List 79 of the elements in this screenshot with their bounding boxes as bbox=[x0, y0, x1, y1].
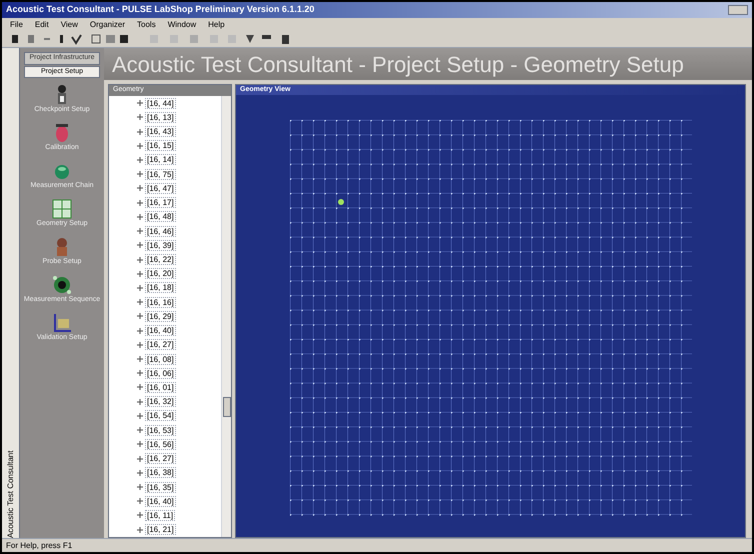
node-icon bbox=[137, 114, 143, 120]
menu-item[interactable]: View bbox=[60, 18, 78, 30]
status-text: For Help, press F1 bbox=[6, 540, 72, 552]
node-icon bbox=[137, 171, 143, 178]
tree-node[interactable]: [16, 53] bbox=[145, 424, 176, 436]
window-title: Acoustic Test Consultant - PULSE LabShop Preliminary Version 6.1.1.20 bbox=[6, 3, 314, 16]
tree-node[interactable]: [16, 20] bbox=[145, 268, 176, 280]
grid-icon[interactable] bbox=[51, 198, 73, 220]
axes-icon[interactable] bbox=[51, 312, 73, 334]
node-icon bbox=[137, 498, 143, 504]
node-icon bbox=[137, 328, 143, 334]
node-icon bbox=[137, 456, 143, 462]
menu-item[interactable]: Tools bbox=[137, 18, 156, 30]
node-icon bbox=[137, 256, 143, 263]
tree-node[interactable]: [16, 15] bbox=[145, 140, 176, 152]
node-icon bbox=[137, 412, 143, 419]
tree-node[interactable]: [16, 39] bbox=[145, 240, 176, 251]
node-icon bbox=[137, 299, 143, 306]
window-controls-icon[interactable] bbox=[728, 5, 748, 15]
node-icon bbox=[137, 342, 143, 348]
side-tab[interactable]: Acoustic Test Consultant bbox=[2, 48, 20, 538]
tree-node[interactable]: [16, 18] bbox=[145, 282, 176, 294]
tree-node[interactable]: [16, 38] bbox=[145, 467, 176, 478]
node-icon bbox=[137, 142, 143, 149]
node-icon bbox=[137, 512, 143, 518]
tree-node[interactable]: [16, 08] bbox=[145, 354, 176, 365]
tree-node[interactable]: [16, 14] bbox=[145, 154, 176, 166]
node-icon bbox=[137, 370, 143, 376]
tree-node[interactable]: [16, 54] bbox=[145, 410, 176, 422]
menu-item[interactable]: Organizer bbox=[90, 18, 126, 30]
menu-item[interactable]: File bbox=[10, 18, 23, 30]
tree-node[interactable]: [16, 21] bbox=[145, 524, 176, 536]
node-icon bbox=[137, 200, 143, 206]
node-icon bbox=[137, 356, 143, 362]
node-icon bbox=[137, 228, 143, 234]
node-icon bbox=[137, 484, 143, 490]
menu-item[interactable]: Help bbox=[208, 18, 225, 30]
node-icon bbox=[137, 270, 143, 277]
tree-node[interactable]: [16, 44] bbox=[145, 98, 176, 109]
node-icon bbox=[137, 470, 143, 476]
node-icon bbox=[137, 214, 143, 220]
tree-node[interactable]: [16, 16] bbox=[145, 296, 176, 308]
menu-item[interactable]: Edit bbox=[34, 18, 49, 30]
tree-node[interactable]: [16, 40] bbox=[145, 496, 176, 507]
tree-node[interactable]: [16, 56] bbox=[145, 438, 176, 450]
scroll-bar[interactable] bbox=[221, 96, 231, 537]
node-icon bbox=[137, 242, 143, 248]
node-icon bbox=[137, 313, 143, 320]
tree-node[interactable]: [16, 01] bbox=[145, 382, 176, 393]
tree-node[interactable]: [16, 17] bbox=[145, 197, 176, 208]
tree-node[interactable]: [16, 43] bbox=[145, 126, 176, 138]
node-icon bbox=[137, 185, 143, 192]
page-title: Acoustic Test Consultant - Project Setup - Geometry Setup bbox=[112, 50, 684, 79]
tree-node[interactable]: [16, 75] bbox=[145, 168, 176, 180]
node-icon bbox=[137, 284, 143, 291]
side-tab-label: Acoustic Test Consultant bbox=[4, 450, 16, 538]
tree-node[interactable]: [16, 40] bbox=[145, 325, 176, 336]
tree-node[interactable]: [16, 13] bbox=[145, 112, 176, 123]
tree-node[interactable]: [16, 46] bbox=[145, 226, 176, 237]
node-icon bbox=[137, 156, 143, 163]
node-icon bbox=[137, 441, 143, 448]
tree-node[interactable]: [16, 47] bbox=[145, 182, 176, 194]
node-icon bbox=[137, 398, 143, 405]
tree-node[interactable]: [16, 29] bbox=[145, 310, 176, 322]
node-icon bbox=[137, 384, 143, 390]
node-icon bbox=[137, 100, 143, 106]
network-icon[interactable] bbox=[51, 274, 73, 296]
node-icon bbox=[137, 427, 143, 434]
tree-node[interactable]: [16, 22] bbox=[145, 254, 176, 266]
tree-node[interactable]: [16, 27] bbox=[145, 453, 176, 464]
tree-node[interactable]: [16, 35] bbox=[145, 482, 176, 493]
tree-node[interactable]: [16, 11] bbox=[145, 510, 176, 521]
node-icon bbox=[137, 526, 143, 533]
tree-node[interactable]: [16, 48] bbox=[145, 211, 176, 222]
menu-item[interactable]: Window bbox=[168, 18, 196, 30]
tree-node[interactable]: [16, 06] bbox=[145, 368, 176, 379]
node-icon bbox=[137, 128, 143, 135]
tree-node[interactable]: [16, 27] bbox=[145, 339, 176, 350]
tree-node[interactable]: [16, 32] bbox=[145, 396, 176, 408]
